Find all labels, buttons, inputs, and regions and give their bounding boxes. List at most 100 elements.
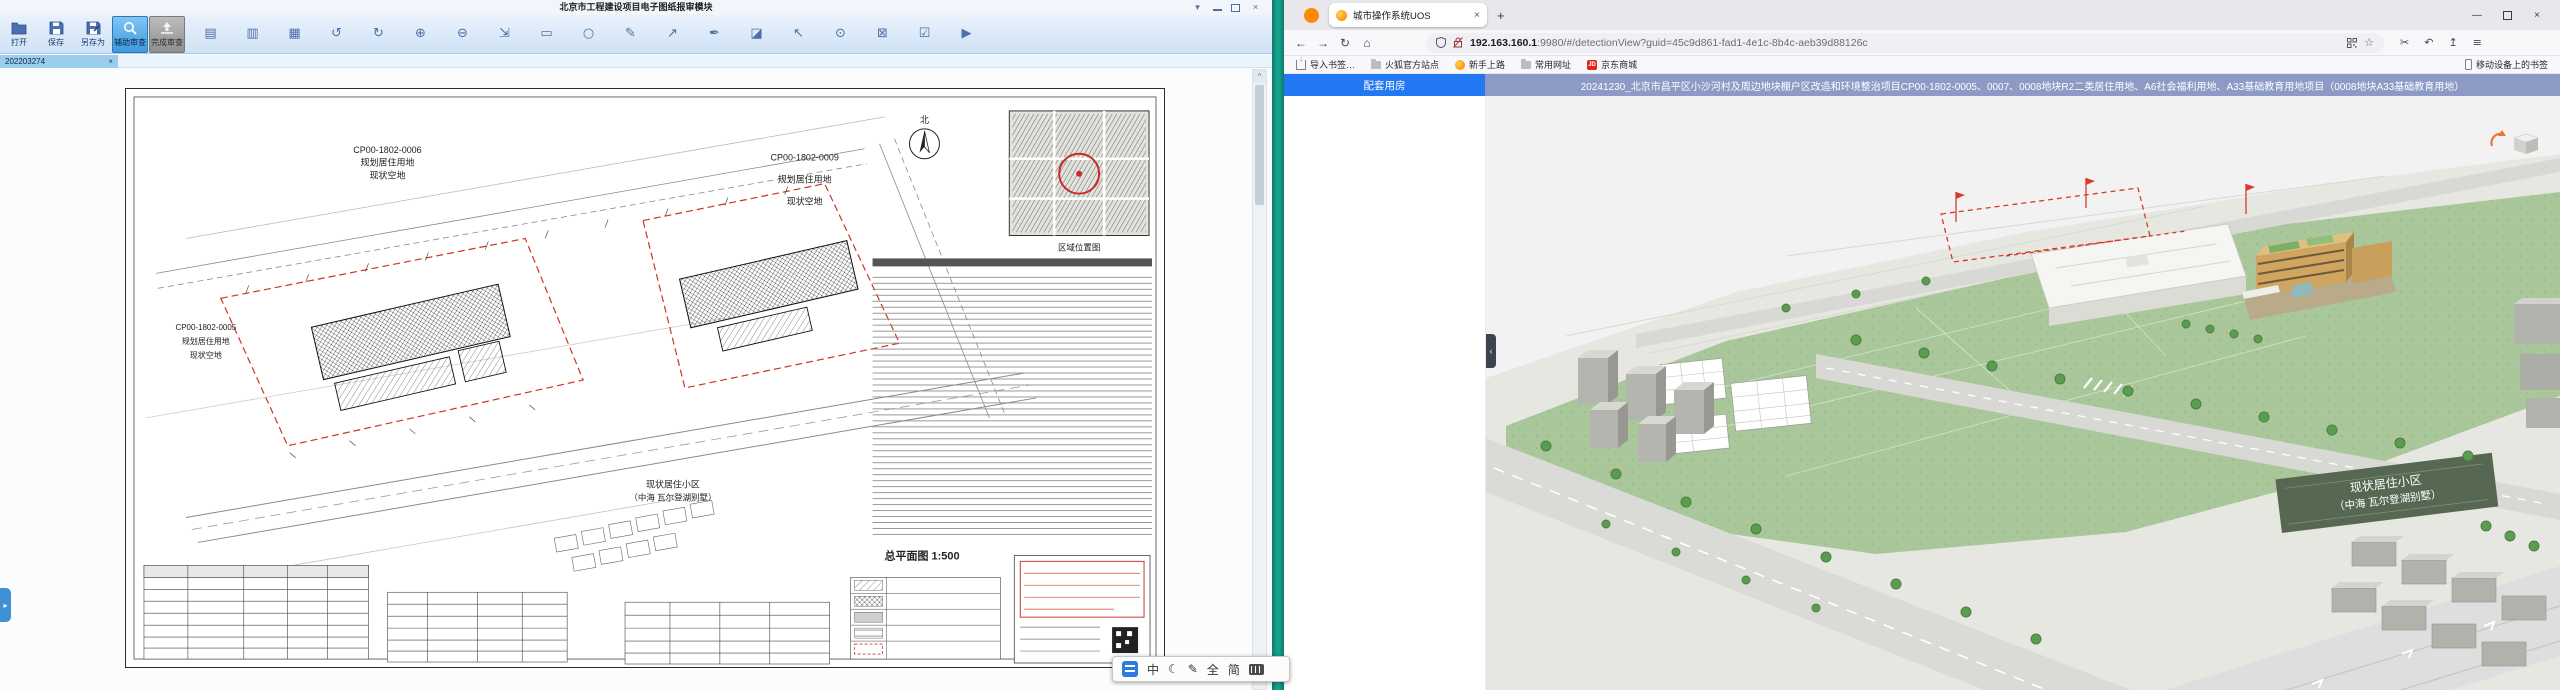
maximize-icon [2503, 11, 2512, 20]
select-cursor-icon[interactable]: ↖ [789, 25, 808, 43]
pencil-tool-icon[interactable]: ✎ [621, 25, 640, 43]
moon-icon[interactable]: ☾ [1168, 662, 1179, 676]
history-icon[interactable]: ↶ [2424, 36, 2433, 49]
maximize-button[interactable] [1231, 4, 1240, 12]
bookmark-star-icon[interactable]: ☆ [2364, 36, 2374, 49]
nav-tab-supporting-housing[interactable]: 配套用房 [1284, 74, 1485, 96]
upload-icon [159, 21, 175, 35]
theme-icon[interactable]: ▾ [1191, 2, 1204, 13]
ime-mode-toggle[interactable]: 中 [1147, 661, 1159, 678]
bookmark-jd[interactable]: JD京东商城 [1587, 58, 1637, 71]
tab-close-icon[interactable]: × [108, 57, 113, 66]
save-button[interactable]: 保存 [38, 16, 74, 53]
screenshot-icon[interactable]: ✂ [2400, 36, 2409, 49]
minimize-button[interactable] [1213, 4, 1222, 11]
bookmark-mobile-devices[interactable]: 移动设备上的书签 [2465, 58, 2548, 71]
ime-fullwidth-toggle[interactable]: 全 [1207, 661, 1219, 678]
compass-gizmo[interactable] [2488, 126, 2540, 156]
ime-logo-icon[interactable] [1122, 661, 1138, 677]
indicator-table [144, 565, 369, 659]
svg-text:北: 北 [920, 115, 929, 125]
bookmark-label: 常用网址 [1535, 58, 1571, 71]
plan-title: 总平面图 1:500 [885, 548, 960, 562]
new-tab-button[interactable]: + [1497, 8, 1505, 23]
handwriting-icon[interactable]: ✎ [1188, 662, 1198, 676]
scroll-up-arrow[interactable]: ^ [1253, 70, 1266, 83]
phone-icon [2465, 59, 2472, 70]
uos-page: 配套用房 20241230_北京市昌平区小沙河村及周边地块棚户区改造和环境整治项… [1284, 74, 2560, 690]
cad-vertical-scrollbar[interactable]: ^ [1252, 69, 1267, 690]
tab-title: 城市操作系统UOS [1353, 8, 1468, 22]
bookmark-import[interactable]: 导入书签… [1296, 58, 1355, 71]
floppy-icon [48, 21, 64, 35]
document-icon[interactable]: ▤ [201, 25, 220, 43]
document-info-icon[interactable]: ▥ [243, 25, 262, 43]
bookmark-common-sites-folder[interactable]: 常用网址 [1521, 58, 1571, 71]
document-tab[interactable]: 202203274 × [0, 55, 118, 68]
legend-table [851, 577, 1001, 659]
keyboard-icon[interactable] [1249, 664, 1264, 675]
eraser-tool-icon[interactable]: ◪ [747, 25, 766, 43]
location-map-caption: 区域位置图 [1058, 242, 1100, 252]
firefox-logo-icon [1304, 8, 1319, 23]
tab-close-icon[interactable]: × [1474, 10, 1480, 21]
bookmark-firefox-folder[interactable]: 火狐官方站点 [1371, 58, 1439, 71]
browser-window-controls: — × [2462, 4, 2552, 26]
close-button[interactable]: × [1249, 2, 1262, 13]
desktop: 北京市工程建设项目电子图纸报审模块 ▾ × 打开 保存 另存为 [0, 0, 2560, 690]
qr-scan-icon[interactable] [2347, 38, 2357, 48]
doc-search-icon[interactable]: ⊙ [831, 25, 850, 43]
finish-review-button[interactable]: 完成审查 [149, 16, 185, 53]
menu-icon[interactable]: ≡ [2473, 36, 2482, 49]
forward-button[interactable]: → [1312, 36, 1334, 50]
reload-button[interactable]: ↻ [1334, 36, 1356, 50]
home-button[interactable]: ⌂ [1356, 36, 1378, 50]
browser-tab[interactable]: 城市操作系统UOS × [1329, 3, 1487, 27]
calculator-icon[interactable]: ▦ [285, 25, 304, 43]
cad-titlebar: 北京市工程建设项目电子图纸报审模块 ▾ × [0, 0, 1272, 15]
clipboard-reject-icon[interactable]: ⊠ [873, 25, 892, 43]
bookmark-label: 导入书签… [1310, 58, 1355, 71]
close-button[interactable]: × [2522, 4, 2552, 26]
minimize-button[interactable]: — [2462, 4, 2492, 26]
svg-text:CP00-1802-0009: CP00-1802-0009 [771, 153, 839, 163]
open-button[interactable]: 打开 [1, 16, 37, 53]
maximize-button[interactable] [2492, 4, 2522, 26]
svg-text:CP00-1802-0006: CP00-1802-0006 [353, 145, 421, 155]
back-button[interactable]: ← [1290, 36, 1312, 50]
axis-cube-icon [2488, 126, 2540, 156]
share-icon[interactable]: ↥ [2448, 36, 2457, 49]
redo-icon[interactable]: ↻ [369, 25, 388, 43]
clipboard-approve-icon[interactable]: ☑ [915, 25, 934, 43]
drawing-canvas[interactable]: CP00-1802-0006 规划居住用地 现状空地 CP00-1802-000… [0, 69, 1250, 690]
url-bar[interactable]: 192.163.160.1:9980/#/detectionView?guid=… [1426, 33, 2384, 53]
viewport-panel-handle[interactable]: ‹ [1486, 334, 1496, 368]
sidebar-expand-handle[interactable]: ▸ [0, 588, 11, 622]
save-as-button[interactable]: 另存为 [75, 16, 111, 53]
cad-toolbar: 打开 保存 另存为 辅助审查 完成审查 ▤ ▥ ▦ ↺ [0, 15, 1272, 54]
undo-icon[interactable]: ↺ [327, 25, 346, 43]
svg-text:现状空地: 现状空地 [370, 170, 406, 181]
arrow-tool-icon[interactable]: ↗ [663, 25, 682, 43]
zoom-out-icon[interactable]: ⊖ [453, 25, 472, 43]
pen-tool-icon[interactable]: ✒ [705, 25, 724, 43]
folder-icon [11, 21, 27, 35]
rectangle-tool-icon[interactable]: ▭ [537, 25, 556, 43]
document-tabstrip: 202203274 × [0, 55, 1272, 68]
svg-text:现状空地: 现状空地 [787, 196, 823, 207]
zoom-in-icon[interactable]: ⊕ [411, 25, 430, 43]
fit-view-icon[interactable]: ⇲ [495, 25, 514, 43]
bookmark-getting-started[interactable]: 新手上路 [1455, 58, 1505, 71]
jd-icon: JD [1587, 60, 1597, 70]
ime-simplified-toggle[interactable]: 简 [1228, 661, 1240, 678]
3d-viewport[interactable]: 现状居住小区 （中海 瓦尔登湖别墅） [1486, 96, 2560, 690]
page-body: 现状居住小区 （中海 瓦尔登湖别墅） [1284, 96, 2560, 690]
browser-navbar: ← → ↻ ⌂ 192.163.160.1:9980/#/detectionVi… [1284, 30, 2560, 56]
cad-tool-icons: ▤ ▥ ▦ ↺ ↻ ⊕ ⊖ ⇲ ▭ ○ ✎ ↗ ✒ ◪ ↖ ⊙ ⊠ ☑ ▶ [201, 25, 976, 43]
video-icon[interactable]: ▶ [957, 25, 976, 43]
ellipse-tool-icon[interactable]: ○ [579, 25, 598, 43]
scrollbar-thumb[interactable] [1255, 85, 1264, 205]
svg-text:（中海 瓦尔登湖别墅）: （中海 瓦尔登湖别墅） [629, 493, 716, 503]
shield-icon [1436, 37, 1446, 48]
assist-review-button[interactable]: 辅助审查 [112, 16, 148, 53]
